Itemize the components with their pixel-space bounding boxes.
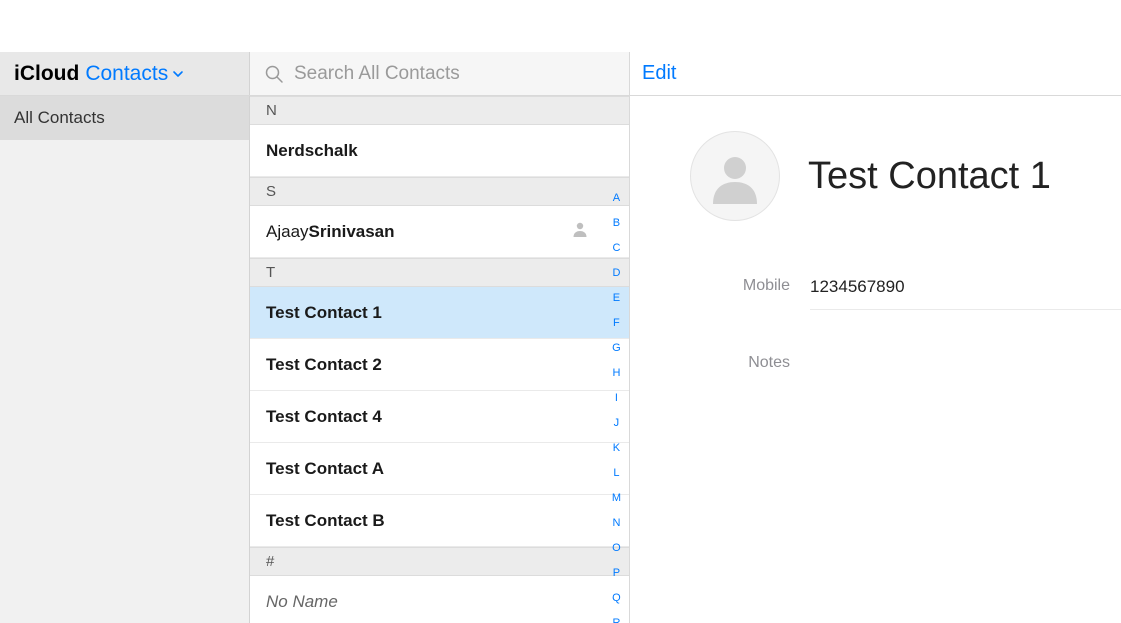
index-letter[interactable]: H: [610, 361, 622, 386]
index-letter[interactable]: B: [611, 211, 622, 236]
section-header-hash: #: [250, 547, 629, 576]
index-letter[interactable]: L: [611, 461, 621, 486]
list-item[interactable]: Nerdschalk: [250, 125, 629, 177]
index-letter[interactable]: J: [612, 411, 622, 436]
list-item[interactable]: Ajaay Srinivasan: [250, 206, 629, 258]
browser-top-strip: [0, 0, 1121, 52]
contact-name: Test Contact 2: [266, 355, 382, 375]
index-letter[interactable]: P: [611, 561, 622, 586]
index-letter[interactable]: Q: [610, 586, 623, 611]
index-letter[interactable]: K: [611, 436, 622, 461]
person-silhouette-icon: [571, 220, 589, 243]
index-letter[interactable]: F: [611, 311, 622, 336]
sidebar-item-all-contacts[interactable]: All Contacts: [0, 96, 249, 140]
header-bar: iCloud Contacts Edit: [0, 52, 1121, 96]
field-value-mobile: 1234567890: [810, 277, 905, 297]
alpha-index: A B C D E F G H I J K L M N O P Q R: [610, 186, 623, 623]
index-letter[interactable]: I: [613, 386, 620, 411]
contact-name: Test Contact A: [266, 459, 384, 479]
index-letter[interactable]: G: [610, 336, 623, 361]
chevron-down-icon: [172, 62, 184, 86]
search-wrapper: [250, 52, 630, 95]
detail-toolbar: Edit: [630, 52, 1121, 95]
search-input[interactable]: [294, 63, 594, 85]
index-letter[interactable]: D: [610, 261, 622, 286]
index-letter[interactable]: M: [610, 486, 623, 511]
list-item[interactable]: Test Contact 1: [250, 287, 629, 339]
contact-name: Test Contact 1: [266, 303, 382, 323]
contact-lastname: Srinivasan: [309, 222, 395, 242]
contacts-list-inner: N Nerdschalk S Ajaay Srinivasan T Test C…: [250, 96, 629, 623]
contact-name: Test Contact 4: [266, 407, 382, 427]
list-item[interactable]: Test Contact 4: [250, 391, 629, 443]
index-letter[interactable]: C: [610, 236, 622, 261]
avatar: [690, 131, 780, 221]
edit-button[interactable]: Edit: [642, 62, 676, 85]
index-letter[interactable]: O: [610, 536, 623, 561]
index-letter[interactable]: N: [610, 511, 622, 536]
contact-detail-pane: Test Contact 1 Mobile 1234567890 Notes: [630, 96, 1121, 623]
field-label-notes: Notes: [715, 354, 790, 372]
list-item[interactable]: Test Contact B: [250, 495, 629, 547]
detail-header: Test Contact 1: [630, 131, 1121, 221]
contact-display-name: Test Contact 1: [808, 155, 1051, 198]
contact-lastname: Nerdschalk: [266, 141, 358, 161]
app-title-icloud: iCloud: [14, 62, 79, 86]
sidebar-item-label: All Contacts: [14, 108, 105, 128]
index-letter[interactable]: R: [610, 611, 622, 623]
field-mobile-row: Mobile 1234567890: [810, 265, 1121, 310]
field-label-mobile: Mobile: [715, 277, 790, 297]
app-title-menu[interactable]: iCloud Contacts: [0, 52, 250, 95]
contact-name: Test Contact B: [266, 511, 385, 531]
contacts-list: N Nerdschalk S Ajaay Srinivasan T Test C…: [250, 96, 630, 623]
section-header-t: T: [250, 258, 629, 287]
app-title-contacts-label: Contacts: [85, 62, 168, 86]
sidebar: All Contacts: [0, 96, 250, 623]
body: All Contacts N Nerdschalk S Ajaay Sriniv…: [0, 96, 1121, 623]
app-root: iCloud Contacts Edit All Contacts: [0, 0, 1121, 623]
section-header-s: S: [250, 177, 629, 206]
list-item[interactable]: Test Contact 2: [250, 339, 629, 391]
index-letter[interactable]: E: [611, 286, 622, 311]
list-item[interactable]: No Name: [250, 576, 629, 623]
list-item[interactable]: Test Contact A: [250, 443, 629, 495]
app-title-contacts: Contacts: [85, 62, 184, 86]
index-letter[interactable]: A: [611, 186, 622, 211]
contact-noname: No Name: [266, 592, 338, 612]
section-header-n: N: [250, 96, 629, 125]
field-notes-row: Notes: [810, 342, 1121, 384]
contact-firstname: Ajaay: [266, 222, 309, 242]
search-icon: [264, 64, 284, 84]
